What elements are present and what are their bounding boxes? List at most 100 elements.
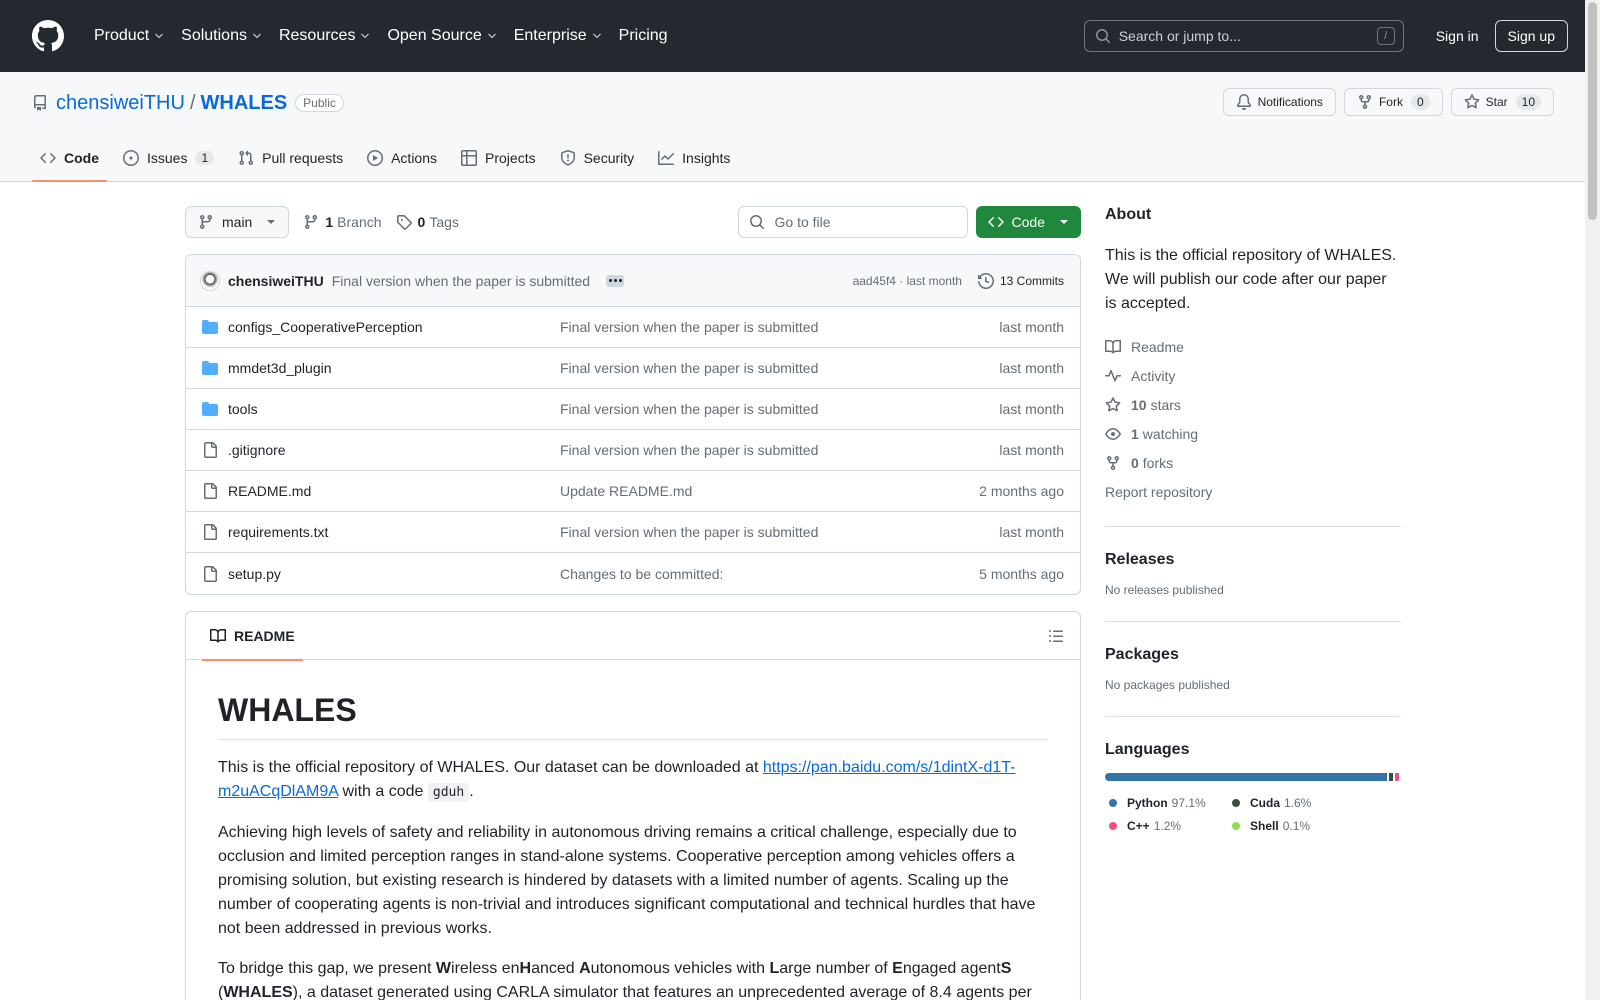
readme-paragraph: Achieving high levels of safety and reli… (218, 824, 1036, 937)
file-commit-date: last month (999, 442, 1064, 458)
file-commit-message-link[interactable]: Final version when the paper is submitte… (560, 524, 999, 540)
file-name-link[interactable]: setup.py (228, 566, 560, 582)
commit-author-link[interactable]: chensiweiTHU (228, 273, 324, 289)
file-name-link[interactable]: .gitignore (228, 442, 560, 458)
commit-sha-time[interactable]: aad45f4 · last month (853, 274, 962, 288)
github-logo-icon[interactable] (32, 20, 64, 52)
language-item[interactable]: Cuda 1.6% (1228, 791, 1351, 814)
language-item[interactable]: Python 97.1% (1105, 791, 1228, 814)
readme-tab[interactable]: README (202, 612, 303, 661)
file-commit-message-link[interactable]: Changes to be committed: (560, 566, 979, 582)
tags-link[interactable]: 0 Tags (396, 214, 459, 230)
file-name-link[interactable]: README.md (228, 483, 560, 499)
sign-up-button[interactable]: Sign up (1494, 20, 1568, 52)
language-item[interactable]: C++ 1.2% (1105, 814, 1228, 837)
commits-history-link[interactable]: 13 Commits (977, 272, 1064, 289)
file-icon (204, 483, 217, 499)
file-commit-message-link[interactable]: Update README.md (560, 483, 979, 499)
file-name-link[interactable]: configs_CooperativePerception (228, 319, 560, 335)
languages-section: Languages Python 97.1% Cuda 1.6% C++ 1.2% Shel… (1105, 716, 1401, 847)
nav-solutions[interactable]: Solutions (173, 20, 271, 52)
stars-link[interactable]: 10 stars (1105, 390, 1401, 419)
star-count: 10 (1515, 94, 1541, 110)
nav-product[interactable]: Product (86, 20, 173, 52)
readme-link[interactable]: Readme (1105, 332, 1401, 361)
readme-bold-text: W (435, 960, 452, 977)
global-search-input[interactable]: Search or jump to... / (1083, 20, 1404, 52)
table-row: configs_CooperativePerception Final versi… (186, 307, 1080, 348)
tab-label: Issues (147, 150, 188, 166)
tab-pull-requests[interactable]: Pull requests (230, 141, 351, 181)
sign-in-link[interactable]: Sign in (1420, 28, 1495, 44)
watchers-link[interactable]: 1 watching (1105, 419, 1401, 448)
nav-resources[interactable]: Resources (271, 20, 379, 52)
readme-paragraph: This is the official repository of WHALE… (218, 756, 1048, 805)
readme-bold-text: L (769, 960, 780, 977)
page-scrollbar[interactable] (1585, 0, 1600, 1000)
chevron-down-icon (487, 33, 496, 39)
nav-label: Open Source (387, 27, 482, 44)
go-to-file-input[interactable]: Go to file (737, 206, 968, 238)
table-icon (461, 150, 478, 166)
file-commit-message-link[interactable]: Final version when the paper is submitte… (560, 401, 999, 417)
file-name-link[interactable]: mmdet3d_plugin (228, 360, 560, 376)
commit-message-link[interactable]: Final version when the paper is submitte… (332, 273, 590, 289)
repo-name-link[interactable]: WHALES (201, 92, 288, 115)
forks-label: forks (1142, 454, 1174, 471)
nav-enterprise[interactable]: Enterprise (506, 20, 611, 52)
readme-text: arge number of (779, 960, 893, 977)
file-commit-date: 5 months ago (979, 565, 1064, 582)
caret-down-icon (267, 220, 276, 224)
tab-projects[interactable]: Projects (453, 141, 544, 181)
forks-count: 0 (1131, 454, 1139, 471)
language-name: C++ (1127, 818, 1150, 833)
avatar[interactable] (200, 270, 220, 291)
tab-actions[interactable]: Actions (359, 141, 445, 181)
tab-label: Code (64, 150, 99, 166)
pulse-icon (1105, 369, 1121, 381)
file-commit-message-link[interactable]: Final version when the paper is submitte… (560, 360, 999, 376)
nav-label: Product (94, 27, 150, 44)
repo-owner-link[interactable]: chensiweiTHU (56, 92, 185, 115)
forks-link[interactable]: 0 forks (1105, 448, 1401, 477)
tab-label: Security (583, 150, 635, 166)
releases-section: Releases No releases published (1105, 526, 1401, 621)
nav-pricing[interactable]: Pricing (611, 20, 676, 52)
fork-button[interactable]: Fork 0 (1343, 88, 1443, 116)
branches-link[interactable]: 1 Branch (303, 214, 382, 230)
readme-text: To bridge this gap, we present (218, 960, 436, 977)
file-browser: chensiweiTHU Final version when the pape… (185, 254, 1081, 595)
releases-heading[interactable]: Releases (1105, 551, 1401, 569)
book-icon (1105, 339, 1121, 353)
language-percent: 1.6% (1284, 795, 1312, 810)
expand-commit-button[interactable] (606, 274, 625, 287)
notifications-button[interactable]: Notifications (1222, 88, 1336, 116)
tab-security[interactable]: Security (552, 141, 643, 181)
activity-link[interactable]: Activity (1105, 361, 1401, 390)
packages-heading[interactable]: Packages (1105, 646, 1401, 664)
code-icon (987, 216, 1004, 228)
search-icon (1095, 29, 1110, 44)
readme-text: with a code (338, 783, 428, 800)
language-item[interactable]: Shell 0.1% (1228, 814, 1351, 837)
scrollbar-thumb[interactable] (1588, 2, 1597, 220)
tab-label: Insights (682, 150, 731, 166)
fork-label: Fork (1378, 95, 1403, 109)
caret-down-icon (1060, 220, 1068, 224)
tab-code[interactable]: Code (32, 141, 107, 182)
list-unordered-icon[interactable] (1048, 628, 1064, 644)
nav-open-source[interactable]: Open Source (379, 20, 505, 52)
star-button[interactable]: Star 10 (1450, 88, 1554, 116)
file-commit-message-link[interactable]: Final version when the paper is submitte… (560, 319, 999, 335)
tab-issues[interactable]: Issues 1 (115, 141, 222, 181)
branch-selector[interactable]: main (185, 206, 290, 238)
file-name-link[interactable]: tools (228, 401, 560, 417)
tab-insights[interactable]: Insights (650, 141, 738, 181)
report-repository-link[interactable]: Report repository (1105, 477, 1401, 506)
file-name-link[interactable]: requirements.txt (228, 524, 560, 540)
visibility-badge: Public (295, 94, 344, 112)
search-placeholder: Search or jump to... (1118, 28, 1241, 44)
code-dropdown-button[interactable]: Code (975, 206, 1081, 238)
primary-nav: Product Solutions Resources Open Source Ente… (86, 20, 676, 52)
file-commit-message-link[interactable]: Final version when the paper is submitte… (560, 442, 999, 458)
